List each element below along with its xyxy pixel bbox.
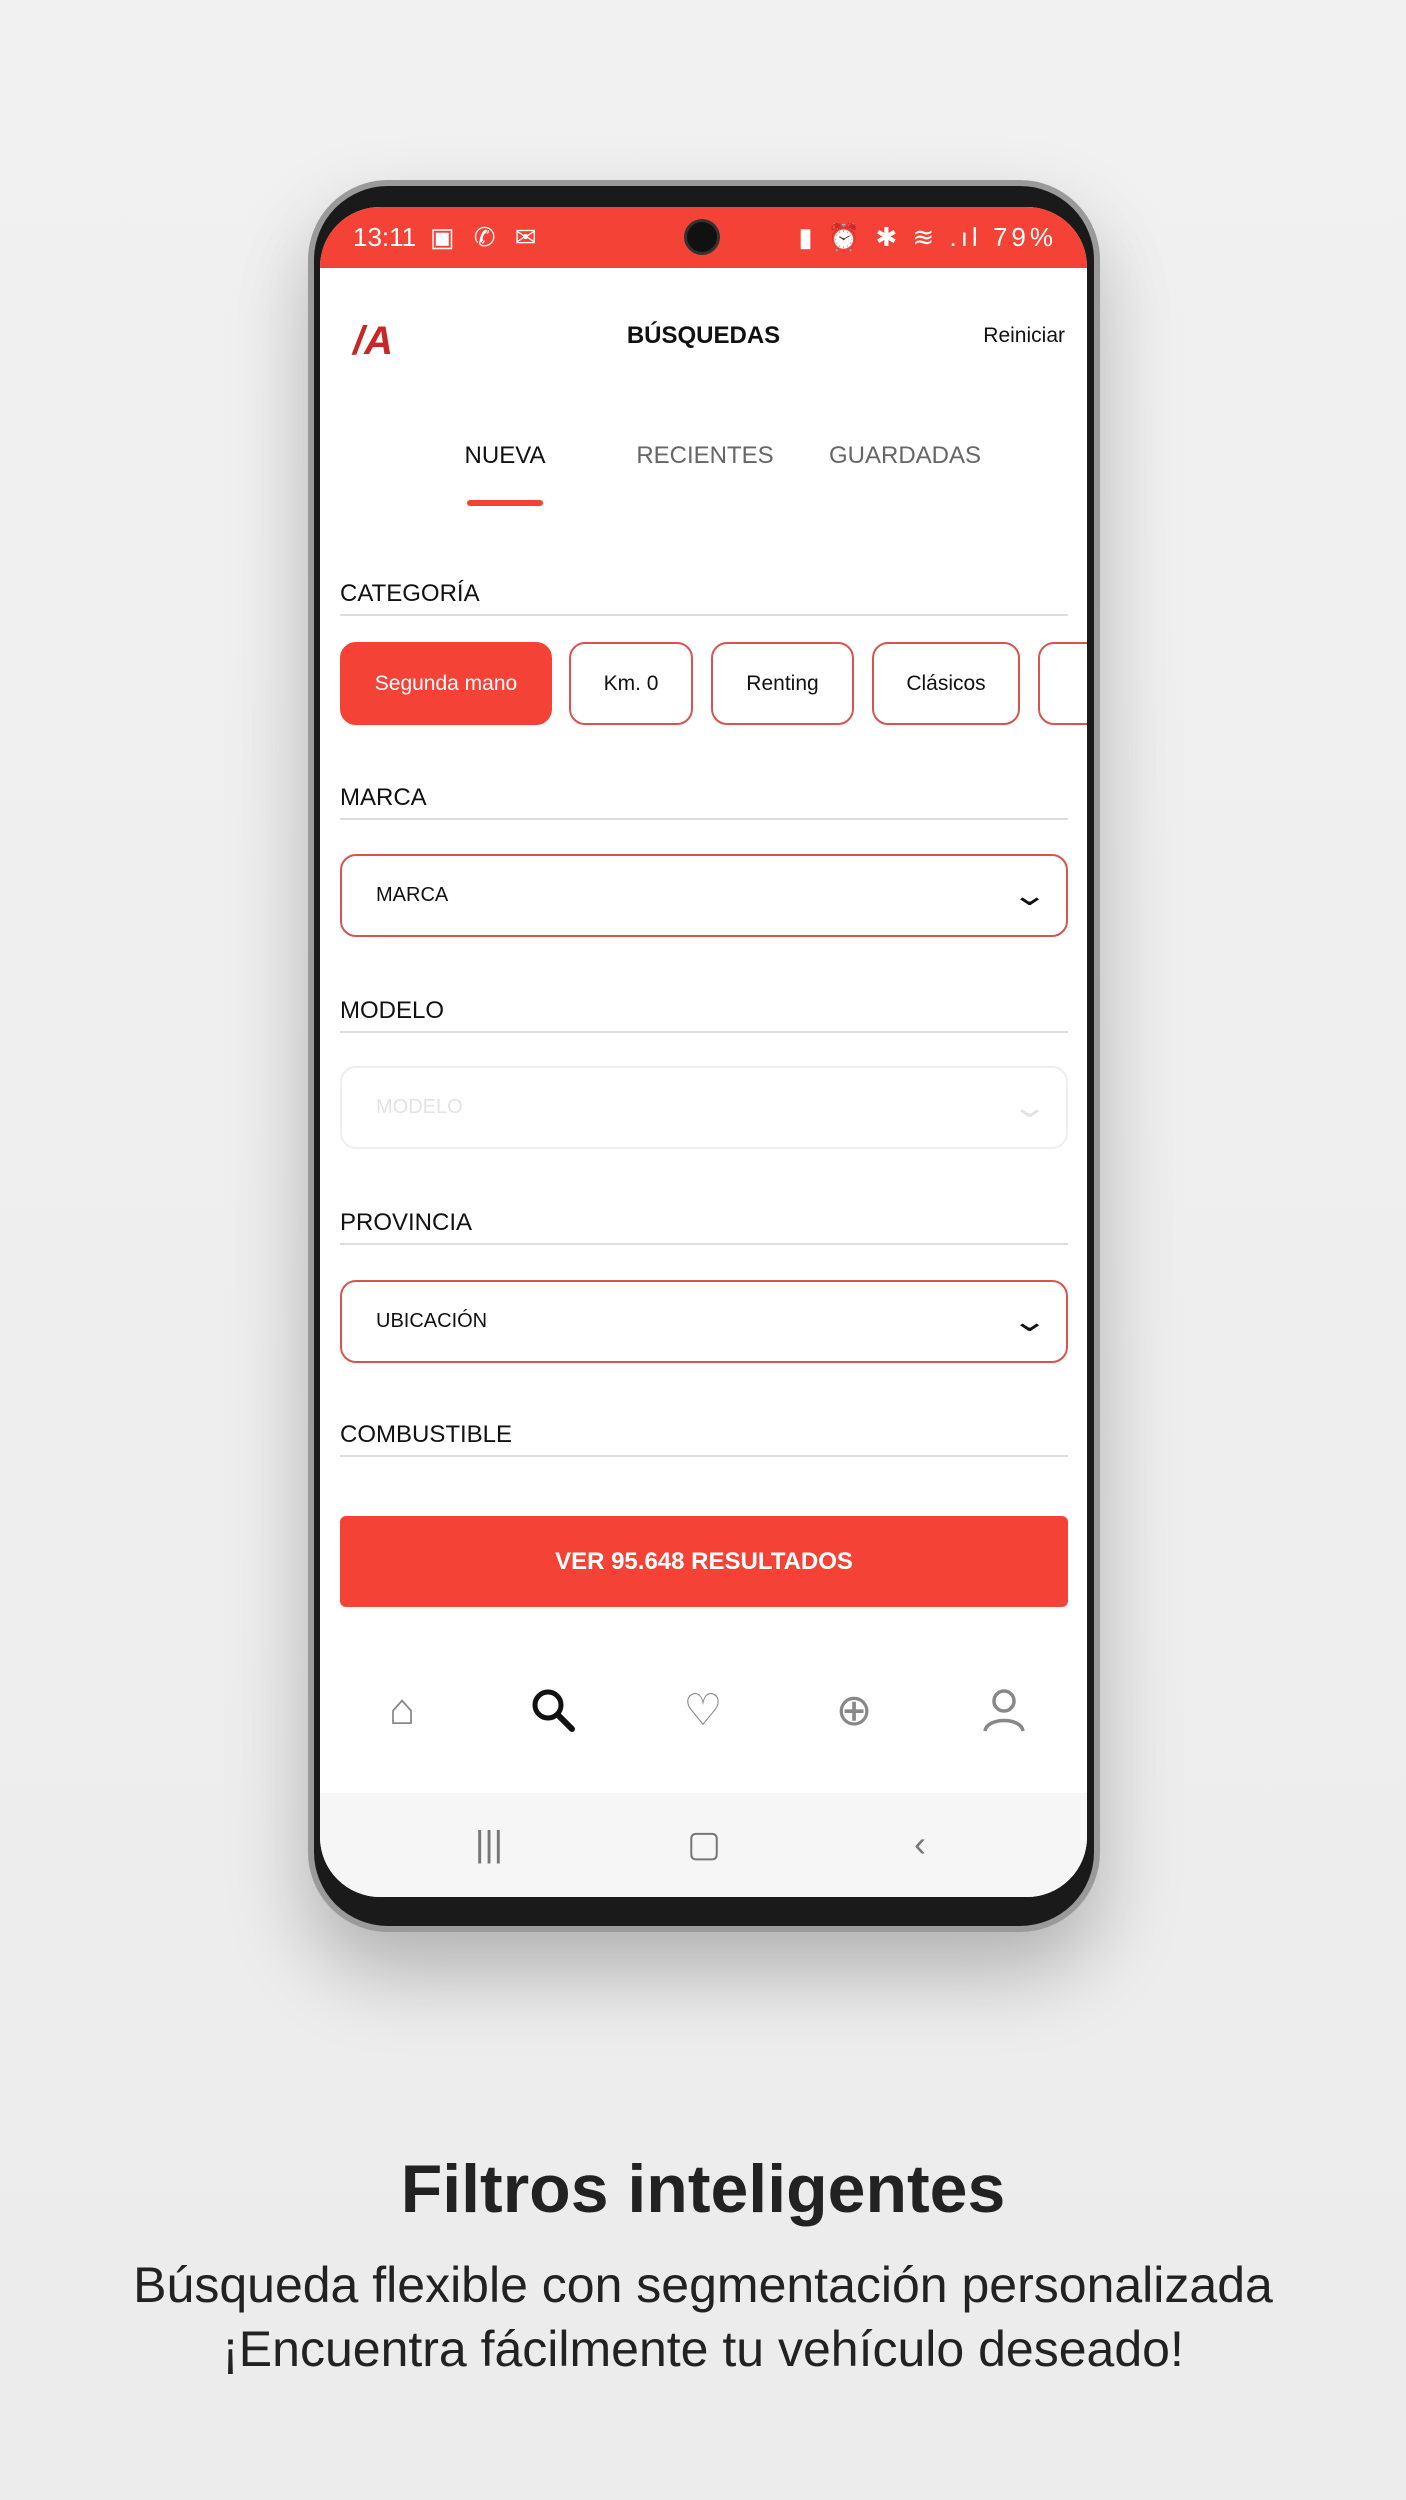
view-results-button[interactable]: VER 95.648 RESULTADOS: [340, 1516, 1068, 1607]
caption-line-1: Búsqueda flexible con segmentación perso…: [133, 2257, 1273, 2313]
back-icon[interactable]: ‹: [890, 1823, 950, 1865]
home-button-icon[interactable]: ▢: [674, 1823, 734, 1865]
chip-clasicos[interactable]: Clásicos: [872, 642, 1020, 725]
chip-more[interactable]: [1038, 642, 1087, 725]
user-icon[interactable]: [974, 1685, 1034, 1735]
brand-select[interactable]: MARCA ⌄: [340, 854, 1068, 937]
chevron-down-icon: ⌄: [1010, 879, 1049, 912]
status-time: 13:11: [353, 222, 417, 252]
model-select[interactable]: MODELO ⌄: [340, 1066, 1068, 1149]
status-right: ▮ ⏰ ✱ ≋ .ıl 79%: [798, 222, 1057, 253]
caption-title: Filtros inteligentes: [400, 2151, 1006, 2227]
tab-guardadas[interactable]: GUARDADAS: [805, 442, 1005, 470]
home-icon[interactable]: ⌂: [372, 1685, 432, 1735]
camera-icon: [684, 219, 720, 255]
plus-circle-icon[interactable]: ⊕: [824, 1685, 884, 1735]
reset-button[interactable]: Reiniciar: [983, 324, 1065, 348]
active-tab-indicator: [467, 500, 543, 506]
category-label: CATEGORÍA: [340, 580, 1068, 616]
chevron-down-icon: ⌄: [1010, 1091, 1049, 1124]
tab-nueva[interactable]: NUEVA: [405, 442, 605, 470]
model-label: MODELO: [340, 997, 1068, 1033]
chip-segunda-mano[interactable]: Segunda mano: [340, 642, 552, 725]
notification-icons: ▣ ✆ ✉: [430, 222, 543, 252]
chip-renting[interactable]: Renting: [711, 642, 854, 725]
fuel-label: COMBUSTIBLE: [340, 1421, 1068, 1457]
page-title: BÚSQUEDAS: [626, 322, 781, 349]
brand-label: MARCA: [340, 784, 1068, 820]
heart-icon[interactable]: ♡: [673, 1685, 733, 1735]
system-icons: ▮ ⏰ ✱ ≋ .ıl: [798, 222, 982, 252]
model-select-value: MODELO: [376, 1096, 463, 1118]
tab-recientes[interactable]: RECIENTES: [605, 442, 805, 470]
province-select[interactable]: UBICACIÓN ⌄: [340, 1280, 1068, 1363]
battery-level: 79%: [992, 222, 1057, 252]
province-label: PROVINCIA: [340, 1209, 1068, 1245]
search-icon[interactable]: [523, 1685, 583, 1735]
province-select-value: UBICACIÓN: [376, 1310, 488, 1332]
chip-km0[interactable]: Km. 0: [569, 642, 693, 725]
brand-select-value: MARCA: [376, 884, 449, 906]
phone-screen: 13:11 ▣ ✆ ✉ ▮ ⏰ ✱ ≋ .ıl 79% /A BÚSQUEDAS…: [320, 207, 1087, 1897]
chevron-down-icon: ⌄: [1010, 1305, 1049, 1338]
recent-apps-icon[interactable]: |||: [459, 1823, 519, 1865]
caption-line-2: ¡Encuentra fácilmente tu vehículo desead…: [222, 2321, 1184, 2377]
